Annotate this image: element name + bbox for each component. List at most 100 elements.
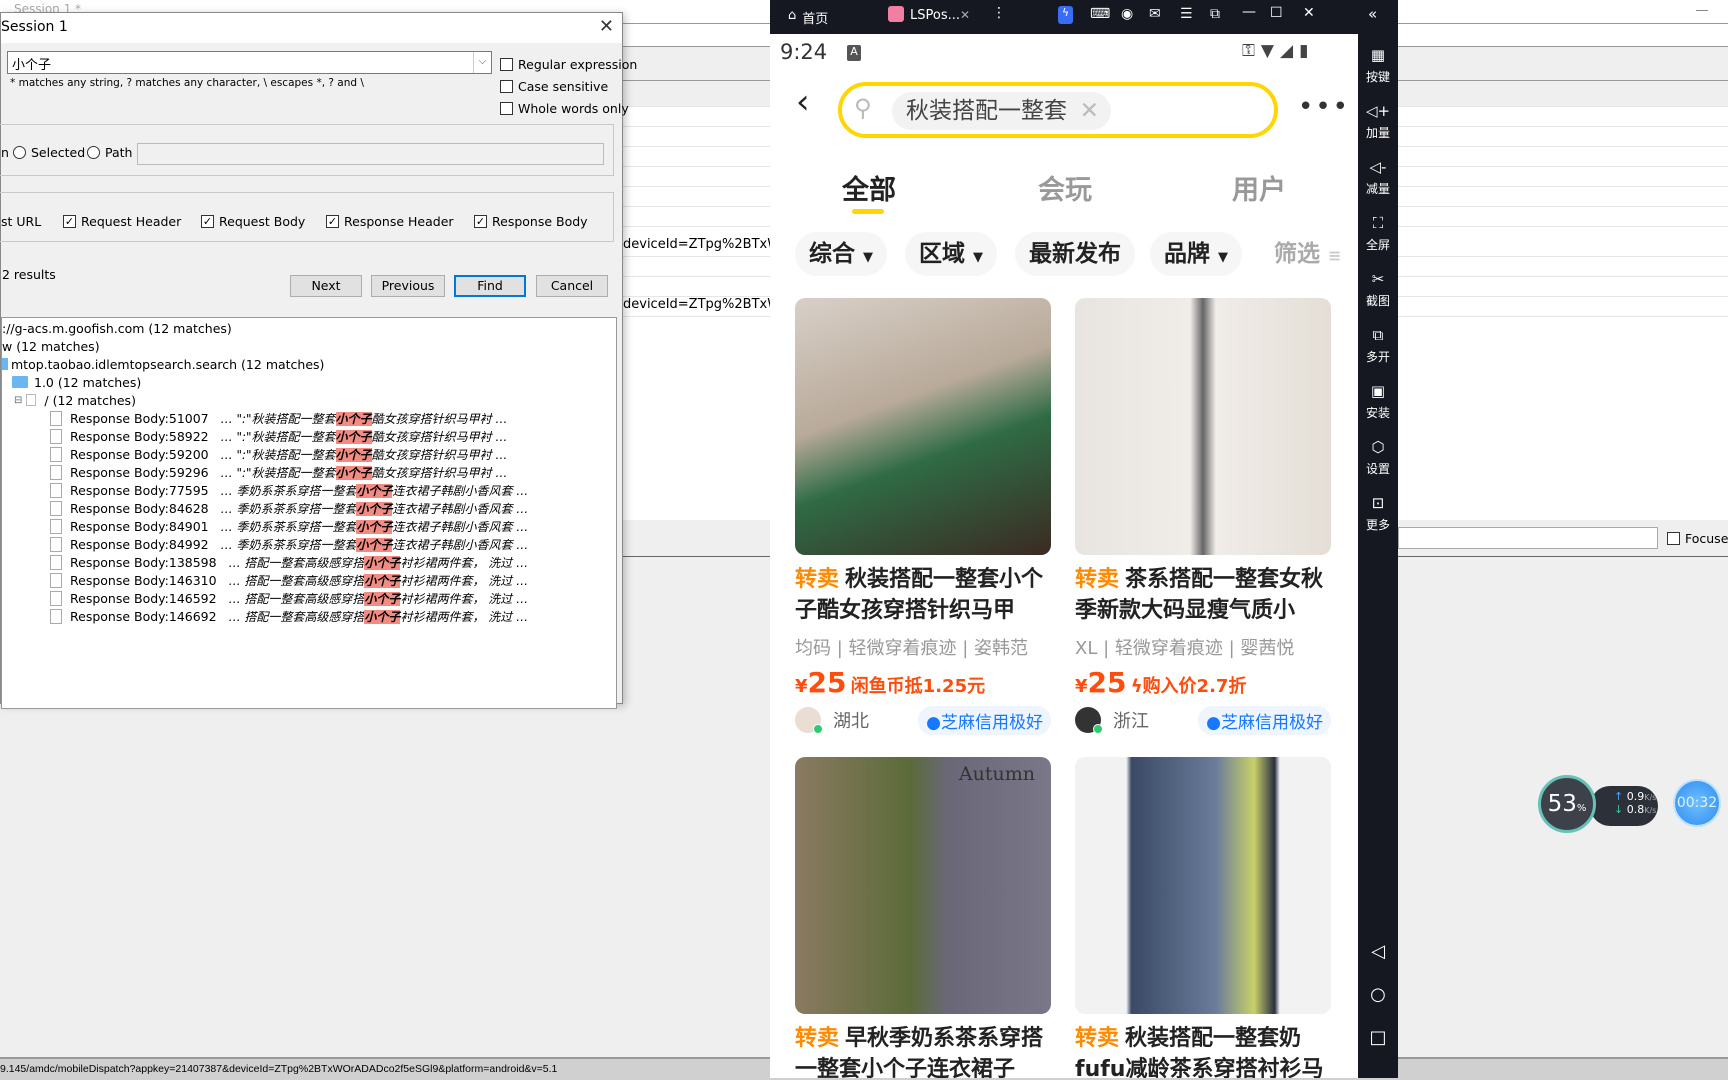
result-label: Response Body:58922 bbox=[70, 428, 209, 444]
minimize-icon[interactable]: — bbox=[1242, 4, 1256, 20]
search-input[interactable]: 小个子 bbox=[7, 51, 492, 74]
find-button[interactable]: Find bbox=[454, 275, 526, 297]
search-result-row[interactable]: Response Body:138598 … 搭配一整套高级感穿搭小个子衬衫裙两… bbox=[50, 553, 528, 571]
apk-icon: ▣ bbox=[1370, 382, 1386, 400]
scope-selected-radio[interactable]: Selected bbox=[13, 145, 85, 160]
path-input[interactable] bbox=[137, 143, 604, 165]
multi-window-icon: ⧉ bbox=[1372, 326, 1384, 344]
boost-icon[interactable]: ϟ bbox=[1058, 6, 1073, 24]
app-tab[interactable]: LSPos... bbox=[910, 8, 960, 23]
search-result-row[interactable]: Response Body:77595 … 季奶系茶系穿搭一整套小个子连衣裙子韩… bbox=[50, 481, 528, 499]
sidebar-screenshot[interactable]: ✂ 截图 bbox=[1358, 270, 1398, 309]
response-header-checkbox[interactable]: ✓ Response Header bbox=[326, 214, 454, 229]
clear-icon[interactable]: ✕ bbox=[1080, 92, 1099, 130]
tree-node-level1[interactable]: w (12 matches) bbox=[2, 337, 100, 355]
mail-icon[interactable]: ✉ bbox=[1149, 6, 1161, 22]
document-icon bbox=[50, 464, 62, 480]
filter-sort[interactable]: 综合 ▼ bbox=[795, 232, 888, 276]
product-tags: 均码 | 轻微穿着痕迹 | 姿韩范 bbox=[795, 638, 1029, 659]
android-home-icon[interactable]: ○ bbox=[1358, 984, 1398, 1005]
filter-region[interactable]: 区域 ▼ bbox=[905, 232, 998, 276]
search-result-row[interactable]: Response Body:59200 … ":"秋装搭配一整套小个子酷女孩穿搭… bbox=[50, 445, 507, 463]
back-icon[interactable]: ‹ bbox=[796, 82, 810, 122]
more-options-icon[interactable]: ••• bbox=[1298, 92, 1350, 122]
results-tree[interactable]: ://g-acs.m.goofish.com (12 matches) w (1… bbox=[1, 317, 617, 709]
document-icon bbox=[50, 536, 62, 552]
search-result-row[interactable]: Response Body:146310 … 搭配一整套高级感穿搭小个子衬衫裙两… bbox=[50, 571, 528, 589]
home-tab[interactable]: ⌂ 首页 bbox=[788, 8, 828, 27]
product-tags: XL | 轻微穿着痕迹 | 婴茜悦 bbox=[1075, 638, 1295, 659]
scope-path-radio[interactable]: Path bbox=[87, 145, 132, 160]
tree-node-api[interactable]: mtop.taobao.idlemtopsearch.search (12 ma… bbox=[2, 355, 324, 373]
sidebar-more[interactable]: ⊡ 更多 bbox=[1358, 494, 1398, 533]
tree-node-version[interactable]: 1.0 (12 matches) bbox=[12, 373, 141, 391]
maximize-icon[interactable]: ☐ bbox=[1270, 5, 1283, 21]
search-result-row[interactable]: Response Body:146592 … 搭配一整套高级感穿搭小个子衬衫裙两… bbox=[50, 589, 528, 607]
tab-all[interactable]: 全部 bbox=[842, 168, 896, 207]
result-snippet: … 搭配一整套高级感穿搭小个子衬衫裙两件套， 洗过 … bbox=[228, 609, 529, 624]
sidebar-fullscreen[interactable]: ⛶ 全屏 bbox=[1358, 214, 1398, 253]
close-tab-icon[interactable]: ✕ bbox=[960, 8, 970, 22]
sidebar-volume-down[interactable]: ◁- 减量 bbox=[1358, 158, 1398, 197]
account-icon[interactable]: ◉ bbox=[1121, 6, 1133, 22]
search-result-row[interactable]: Response Body:84628 … 季奶系茶系穿搭一整套小个子连衣裙子韩… bbox=[50, 499, 528, 517]
volume-down-icon: ◁- bbox=[1369, 158, 1387, 176]
search-result-row[interactable]: Response Body:59296 … ":"秋装搭配一整套小个子酷女孩穿搭… bbox=[50, 463, 507, 481]
android-recents-icon[interactable]: □ bbox=[1358, 1027, 1398, 1048]
regex-checkbox[interactable]: Regular expression bbox=[500, 57, 637, 72]
filter-brand[interactable]: 品牌 ▼ bbox=[1150, 232, 1243, 276]
chevron-down-icon[interactable]: ⌵ bbox=[473, 52, 491, 73]
search-query-chip[interactable]: 秋装搭配一整套 ✕ bbox=[892, 92, 1111, 130]
emulator-sidebar: ▦ 按键 ◁+ 加量 ◁- 减量 ⛶ 全屏 ✂ 截图 ⧉ 多开 ▣ 安装 ⬡ 设置 ⊡ 更多 ◁ … bbox=[1358, 34, 1398, 1078]
focused-checkbox[interactable]: Focused bbox=[1667, 531, 1728, 546]
sidebar-settings[interactable]: ⬡ 设置 bbox=[1358, 438, 1398, 477]
request-body-checkbox[interactable]: ✓ Request Body bbox=[201, 214, 305, 229]
sidebar-multi-instance[interactable]: ⧉ 多开 bbox=[1358, 326, 1398, 365]
lsposed-icon bbox=[888, 6, 904, 22]
timer-widget[interactable]: 00:32 bbox=[1673, 779, 1721, 827]
next-button[interactable]: Next bbox=[290, 275, 362, 297]
tab-users[interactable]: 用户 bbox=[1232, 168, 1286, 207]
scope-all-radio[interactable]: n bbox=[1, 145, 9, 160]
filter-newest[interactable]: 最新发布 bbox=[1015, 232, 1135, 276]
cpu-usage-widget[interactable]: 53% bbox=[1538, 775, 1596, 833]
menu-icon[interactable]: ☰ bbox=[1180, 6, 1193, 22]
close-icon[interactable]: ✕ bbox=[599, 16, 614, 37]
cancel-button[interactable]: Cancel bbox=[536, 275, 608, 297]
search-result-row[interactable]: Response Body:58922 … ":"秋装搭配一整套小个子酷女孩穿搭… bbox=[50, 427, 507, 445]
credit-badge: ●芝麻信用极好 bbox=[918, 705, 1051, 735]
search-result-row[interactable]: Response Body:51007 … ":"秋装搭配一整套小个子酷女孩穿搭… bbox=[50, 409, 507, 427]
folder-icon bbox=[2, 358, 8, 370]
response-body-checkbox[interactable]: ✓ Response Body bbox=[474, 214, 588, 229]
document-icon bbox=[50, 554, 62, 570]
more-vertical-icon[interactable]: ⋮ bbox=[992, 5, 1006, 21]
previous-button[interactable]: Previous bbox=[371, 275, 445, 297]
request-header-checkbox[interactable]: ✓ Request Header bbox=[63, 214, 181, 229]
gamepad-icon[interactable]: ⌨ bbox=[1090, 6, 1110, 22]
search-result-row[interactable]: Response Body:146692 … 搭配一整套高级感穿搭小个子衬衫裙两… bbox=[50, 607, 528, 625]
sidebar-install-apk[interactable]: ▣ 安装 bbox=[1358, 382, 1398, 421]
popout-icon[interactable]: ⧉ bbox=[1210, 6, 1220, 22]
sidebar-volume-up[interactable]: ◁+ 加量 bbox=[1358, 102, 1398, 141]
result-snippet: … 搭配一整套高级感穿搭小个子衬衫裙两件套， 洗过 … bbox=[228, 591, 529, 606]
target-url-checkbox[interactable]: st URL bbox=[1, 214, 41, 229]
tree-node-host[interactable]: ://g-acs.m.goofish.com (12 matches) bbox=[2, 319, 232, 337]
tree-node-path[interactable]: ⊟ / (12 matches) bbox=[14, 391, 136, 409]
close-icon[interactable]: ✕ bbox=[1303, 5, 1315, 21]
home-icon: ⌂ bbox=[788, 8, 797, 23]
android-back-icon[interactable]: ◁ bbox=[1358, 941, 1398, 962]
collapse-sidebar-icon[interactable]: « bbox=[1368, 5, 1377, 23]
product-price: ¥25 闲鱼币抵1.25元 bbox=[795, 666, 986, 699]
sidebar-keymap[interactable]: ▦ 按键 bbox=[1358, 46, 1398, 85]
search-result-row[interactable]: Response Body:84992 … 季奶系茶系穿搭一整套小个子连衣裙子韩… bbox=[50, 535, 528, 553]
collapse-icon[interactable]: ⊟ bbox=[14, 395, 22, 406]
whole-words-checkbox[interactable]: Whole words only bbox=[500, 101, 629, 116]
case-sensitive-checkbox[interactable]: Case sensitive bbox=[500, 79, 608, 94]
search-box[interactable]: ⚲ 秋装搭配一整套 ✕ bbox=[838, 82, 1278, 138]
filter-input[interactable] bbox=[1398, 527, 1658, 549]
filter-more[interactable]: 筛选 ≡ bbox=[1260, 232, 1355, 276]
tab-play[interactable]: 会玩 bbox=[1038, 168, 1092, 207]
product-title: 转卖 茶系搭配一整套女秋季新款大码显瘦气质小 bbox=[1075, 567, 1324, 623]
minimize-icon[interactable] bbox=[1696, 10, 1708, 11]
search-result-row[interactable]: Response Body:84901 … 季奶系茶系穿搭一整套小个子连衣裙子韩… bbox=[50, 517, 528, 535]
